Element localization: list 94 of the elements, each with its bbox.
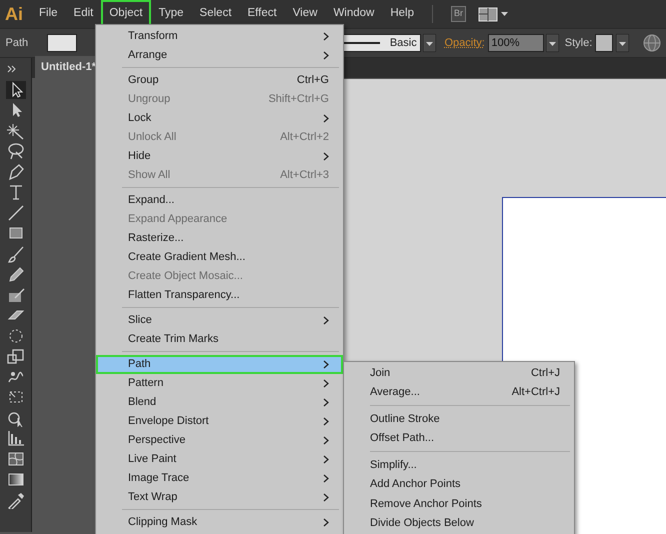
menu-item-label: Create Trim Marks bbox=[128, 332, 218, 348]
shortcut-text: Ctrl+G bbox=[296, 73, 329, 88]
shortcut-text: Alt+Ctrl+J bbox=[512, 385, 560, 400]
dropdown-icon[interactable] bbox=[616, 34, 629, 52]
menu-item[interactable]: Remove Anchor Points bbox=[344, 494, 574, 514]
opacity-field[interactable]: 100% bbox=[488, 34, 544, 52]
menu-item[interactable]: Image Trace bbox=[96, 469, 343, 488]
menu-item-label: Blend bbox=[128, 395, 156, 410]
menu-item[interactable]: Live Paint bbox=[96, 450, 343, 469]
menu-item[interactable]: Create Trim Marks bbox=[96, 330, 343, 349]
menu-item-label: Create Object Mosaic... bbox=[128, 269, 243, 284]
menu-item-label: Add Anchor Points bbox=[370, 477, 461, 492]
menu-item[interactable]: Lock bbox=[96, 109, 343, 128]
menu-item[interactable]: Text Wrap bbox=[96, 488, 343, 507]
menu-item-label: Remove Anchor Points bbox=[370, 496, 482, 512]
shortcut-text: Shift+Ctrl+G bbox=[268, 92, 329, 108]
menu-item-label: Slice bbox=[128, 313, 152, 328]
menu-item-label: Clipping Mask bbox=[128, 515, 198, 530]
shortcut-text: Alt+Ctrl+3 bbox=[280, 168, 329, 184]
eyedropper-tool-icon[interactable] bbox=[6, 490, 26, 508]
menu-item-label: Live Paint bbox=[128, 452, 176, 468]
menu-item[interactable]: Pattern bbox=[96, 374, 343, 393]
menu-item-label: Unlock All bbox=[128, 130, 176, 146]
selection-type-label: Path bbox=[6, 36, 28, 51]
menu-item-label: Simplify... bbox=[370, 458, 417, 472]
menu-item[interactable]: Perspective bbox=[96, 431, 343, 450]
menu-item[interactable]: File bbox=[31, 0, 66, 28]
menu-item[interactable]: Help bbox=[382, 0, 422, 28]
fill-swatch[interactable] bbox=[47, 34, 78, 52]
menu-item-label: Expand... bbox=[128, 193, 174, 208]
style-label: Style: bbox=[564, 36, 592, 51]
menu-item-label: Flatten Transparency... bbox=[128, 288, 240, 304]
menu-item[interactable]: Select bbox=[192, 0, 240, 28]
shortcut-text: Alt+Ctrl+2 bbox=[280, 130, 329, 146]
style-swatch[interactable] bbox=[595, 34, 614, 52]
graph-tool-icon[interactable] bbox=[6, 429, 26, 447]
menu-item-label: Average... bbox=[370, 385, 420, 400]
menu-item-label: Path bbox=[128, 357, 151, 372]
menu-item-label: Join bbox=[370, 366, 390, 380]
menu-item-label: Divide Objects Below bbox=[370, 516, 474, 531]
shortcut-text: Ctrl+J bbox=[530, 366, 560, 380]
globe-icon[interactable] bbox=[642, 34, 660, 52]
menu-item-label: Group bbox=[128, 73, 159, 88]
menu-item[interactable]: Outline Stroke bbox=[344, 409, 574, 428]
menu-item[interactable]: Slice bbox=[96, 311, 343, 330]
menu-item-label: Perspective bbox=[128, 433, 186, 448]
selection-tool-icon[interactable] bbox=[6, 80, 26, 98]
scale-tool-icon[interactable] bbox=[6, 347, 26, 365]
menu-item-label: Create Gradient Mesh... bbox=[128, 250, 246, 266]
app-logo: Ai bbox=[4, 2, 24, 26]
menu-item-label: Pattern bbox=[128, 376, 164, 392]
menu-item-label: Offset Path... bbox=[370, 431, 434, 446]
menu-item[interactable]: Join Ctrl+J bbox=[344, 363, 574, 382]
menu-item[interactable]: Offset Path... bbox=[344, 428, 574, 448]
brush-name: Basic bbox=[390, 36, 417, 51]
workspace-switcher-icon[interactable] bbox=[477, 6, 509, 22]
menu-item-label: Expand Appearance bbox=[128, 212, 228, 228]
mesh-tool-icon[interactable] bbox=[6, 450, 26, 468]
menu-item[interactable]: Edit bbox=[66, 0, 102, 28]
menu-item[interactable]: Hide bbox=[96, 147, 343, 166]
menu-item[interactable]: Rasterize... bbox=[96, 229, 343, 248]
menu-item[interactable]: Blend bbox=[96, 393, 343, 412]
menu-item-label: Image Trace bbox=[128, 471, 190, 486]
menu-item[interactable]: Expand... bbox=[96, 191, 343, 210]
menu-item[interactable]: Create Gradient Mesh... bbox=[96, 248, 343, 267]
menu-item-label: Show All bbox=[128, 168, 170, 184]
menu-item-label: Transform bbox=[128, 29, 178, 44]
menu-item-label: Outline Stroke bbox=[370, 412, 440, 426]
opacity-link[interactable]: Opacity: bbox=[444, 34, 485, 52]
menu-item[interactable]: Flatten Transparency... bbox=[96, 286, 343, 305]
menu-item[interactable]: Path bbox=[96, 355, 343, 374]
dropdown-icon[interactable] bbox=[423, 34, 436, 52]
menu-item[interactable]: Envelope Distort bbox=[96, 412, 343, 431]
menu-item-label: Hide bbox=[128, 149, 151, 164]
menu-item-label: Rasterize... bbox=[128, 231, 184, 246]
menu-item[interactable]: Type bbox=[150, 0, 192, 28]
magic-wand-tool-icon[interactable] bbox=[6, 122, 26, 140]
lasso-tool-icon[interactable] bbox=[6, 142, 26, 160]
menu-item-label: Text Wrap bbox=[128, 490, 178, 506]
menu-item[interactable]: Divide Objects Below bbox=[344, 514, 574, 533]
menu-item-label: Ungroup bbox=[128, 92, 170, 108]
menu-item[interactable]: Effect bbox=[240, 0, 285, 28]
paintbrush-tool-icon[interactable] bbox=[6, 244, 26, 262]
menu-item-label: Lock bbox=[128, 111, 152, 126]
menu-item[interactable]: View bbox=[284, 0, 326, 28]
menu-item[interactable]: Window bbox=[325, 0, 382, 28]
menu-item[interactable]: Add Anchor Points bbox=[344, 474, 574, 494]
bridge-button[interactable]: Br bbox=[451, 6, 466, 22]
dropdown-icon[interactable] bbox=[546, 34, 560, 52]
menu-item[interactable]: Clipping Mask bbox=[96, 513, 343, 532]
menu-item[interactable]: Simplify... bbox=[344, 455, 574, 474]
menu-item-label: Envelope Distort bbox=[128, 414, 209, 430]
menu-item-label: Arrange bbox=[128, 48, 168, 64]
menu-item[interactable]: Average... Alt+Ctrl+J bbox=[344, 382, 574, 402]
